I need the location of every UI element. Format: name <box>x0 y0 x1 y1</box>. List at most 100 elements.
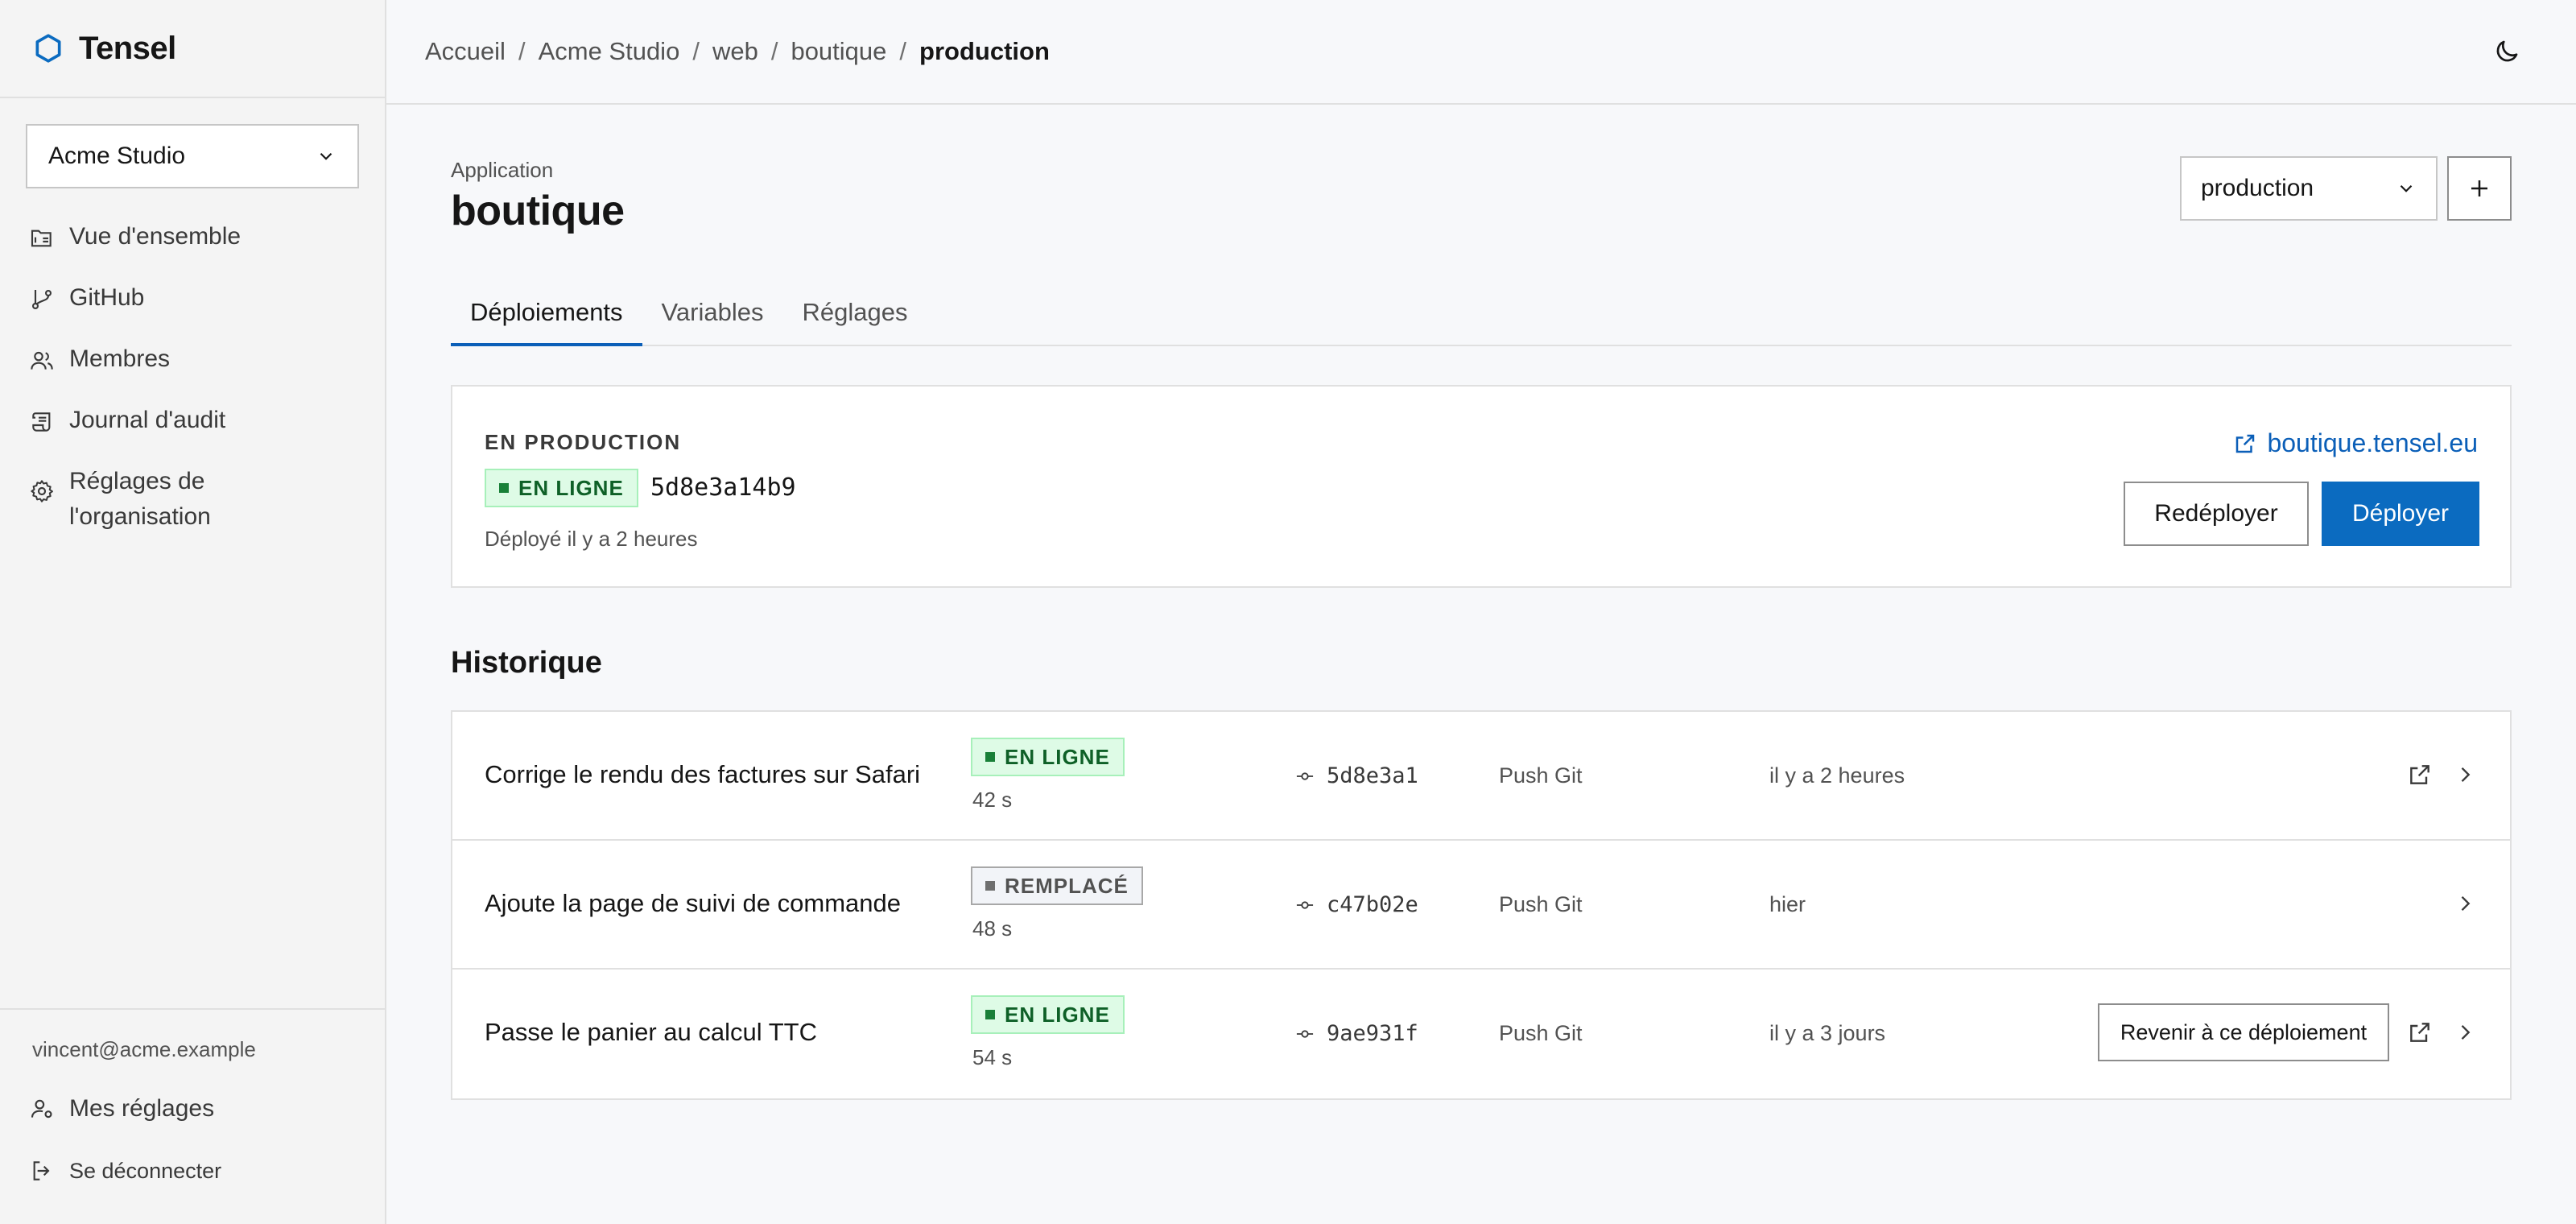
page-kicker: Application <box>451 158 554 182</box>
breadcrumb-separator: / <box>692 37 700 65</box>
environment-select[interactable]: production <box>2180 156 2438 221</box>
status-text: EN LIGNE <box>1005 744 1110 769</box>
revert-deployment-button[interactable]: Revenir à ce déploiement <box>2098 1003 2389 1061</box>
sidebar-item-label: Membres <box>69 345 171 372</box>
status-badge: EN LIGNE <box>971 995 1125 1034</box>
status-dot <box>985 752 995 762</box>
external-link-icon <box>2236 434 2255 453</box>
production-commit: 5d8e3a14b9 <box>650 473 796 502</box>
users-icon <box>31 351 53 370</box>
tab-settings[interactable]: Réglages <box>782 285 927 346</box>
hexagon-icon <box>35 34 61 63</box>
git-branch-icon <box>31 289 52 310</box>
user-email: vincent@acme.example <box>32 1037 256 1061</box>
chevron-down-icon <box>320 152 332 160</box>
external-link-icon[interactable] <box>2407 1019 2433 1045</box>
plus-icon <box>2471 180 2487 196</box>
chevron-right-icon[interactable] <box>2454 1021 2476 1044</box>
folder-overview-icon <box>31 229 52 247</box>
logout-label: Se déconnecter <box>69 1158 222 1183</box>
status-text: REMPLACÉ <box>1005 873 1129 898</box>
history-title: Historique <box>451 646 602 680</box>
environment-select-value: production <box>2201 175 2314 201</box>
deployment-duration: 42 s <box>972 788 1013 812</box>
status-badge: REMPLACÉ <box>971 866 1143 905</box>
tab-variables[interactable]: Variables <box>642 285 783 346</box>
deployment-history: Corrige le rendu des factures sur Safari… <box>451 710 2512 1100</box>
page-title: boutique <box>451 188 625 234</box>
breadcrumb-separator: / <box>518 37 526 65</box>
breadcrumb-home[interactable]: Accueil <box>425 37 506 66</box>
status-text: EN LIGNE <box>518 475 624 500</box>
production-url-link[interactable]: boutique.tensel.eu <box>2233 428 2478 458</box>
deployment-trigger: Push Git <box>1499 763 1583 788</box>
deployment-time: il y a 3 jours <box>1769 1021 1886 1045</box>
sidebar: Tensel Acme Studio Vue d'ensemble GitHub <box>0 0 386 1224</box>
tab-bar: Déploiements Variables Réglages <box>451 285 2512 346</box>
scroll-icon <box>32 412 51 432</box>
breadcrumb-project[interactable]: web <box>712 37 758 66</box>
chevron-right-icon[interactable] <box>2454 763 2476 786</box>
table-row[interactable]: Corrige le rendu des factures sur Safari… <box>452 712 2510 841</box>
brand-name: Tensel <box>79 30 176 66</box>
my-settings-link[interactable]: Mes réglages <box>29 1095 214 1123</box>
deployment-time: il y a 2 heures <box>1769 763 1905 788</box>
deployment-duration: 48 s <box>972 916 1013 941</box>
deployment-trigger: Push Git <box>1499 1021 1583 1045</box>
sidebar-item-github[interactable]: GitHub <box>0 267 385 329</box>
deployment-time: hier <box>1769 892 1806 916</box>
logout-link[interactable]: Se déconnecter <box>29 1158 221 1184</box>
sidebar-item-label: Vue d'ensemble <box>69 223 242 250</box>
user-settings-icon <box>31 1099 52 1119</box>
sidebar-item-label: Journal d'audit <box>69 407 226 433</box>
status-badge: EN LIGNE <box>485 469 638 507</box>
sidebar-item-label: GitHub <box>69 284 145 311</box>
redeploy-button[interactable]: Redéployer <box>2124 482 2309 546</box>
breadcrumb-current: production <box>919 37 1050 65</box>
breadcrumb-separator: / <box>770 37 778 65</box>
logout-icon <box>33 1161 50 1181</box>
status-dot <box>499 483 509 493</box>
production-label: EN PRODUCTION <box>485 430 682 454</box>
breadcrumb-app[interactable]: boutique <box>791 37 886 66</box>
sidebar-nav: Vue d'ensemble GitHub Membres Journal d'… <box>0 206 385 535</box>
deployment-message: Passe le panier au calcul TTC <box>485 1018 817 1046</box>
production-deployed-time: Déployé il y a 2 heures <box>485 527 698 551</box>
gear-icon <box>31 480 53 502</box>
git-commit-icon <box>1296 771 1314 780</box>
deploy-button[interactable]: Déployer <box>2322 482 2479 546</box>
breadcrumb-org[interactable]: Acme Studio <box>539 37 680 66</box>
moon-icon[interactable] <box>2492 37 2521 66</box>
commit-hash: c47b02e <box>1327 892 1418 917</box>
external-link-icon[interactable] <box>2407 762 2433 788</box>
deployment-duration: 54 s <box>972 1045 1013 1069</box>
tab-deployments[interactable]: Déploiements <box>451 285 642 346</box>
sidebar-item-members[interactable]: Membres <box>0 329 385 390</box>
commit-hash: 9ae931f <box>1327 1021 1418 1046</box>
org-select-value: Acme Studio <box>48 143 186 169</box>
deployment-message: Corrige le rendu des factures sur Safari <box>485 760 921 788</box>
git-commit-icon <box>1296 900 1314 909</box>
sidebar-item-overview[interactable]: Vue d'ensemble <box>0 206 385 267</box>
table-row[interactable]: Passe le panier au calcul TTC EN LIGNE 5… <box>452 970 2510 1098</box>
org-select[interactable]: Acme Studio <box>26 124 359 188</box>
brand[interactable]: Tensel <box>0 0 385 98</box>
status-text: EN LIGNE <box>1005 1002 1110 1027</box>
deployment-message: Ajoute la page de suivi de commande <box>485 889 901 917</box>
breadcrumb-separator: / <box>899 37 907 65</box>
production-card: EN PRODUCTION EN LIGNE 5d8e3a14b9 Déploy… <box>451 385 2512 588</box>
chevron-down-icon <box>2400 184 2413 192</box>
status-dot <box>985 1010 995 1019</box>
deployment-commit: c47b02e <box>1296 892 1418 917</box>
chevron-right-icon[interactable] <box>2454 892 2476 915</box>
git-commit-icon <box>1296 1029 1314 1038</box>
table-row[interactable]: Ajoute la page de suivi de commande REMP… <box>452 841 2510 970</box>
add-environment-button[interactable] <box>2447 156 2512 221</box>
deployment-trigger: Push Git <box>1499 892 1583 916</box>
sidebar-item-label: Réglages de l'organisation <box>69 468 211 530</box>
sidebar-item-org-settings[interactable]: Réglages de l'organisation <box>0 451 385 535</box>
status-badge: EN LIGNE <box>971 738 1125 776</box>
commit-hash: 5d8e3a1 <box>1327 763 1418 788</box>
my-settings-label: Mes réglages <box>69 1095 215 1122</box>
sidebar-item-audit-log[interactable]: Journal d'audit <box>0 390 385 451</box>
